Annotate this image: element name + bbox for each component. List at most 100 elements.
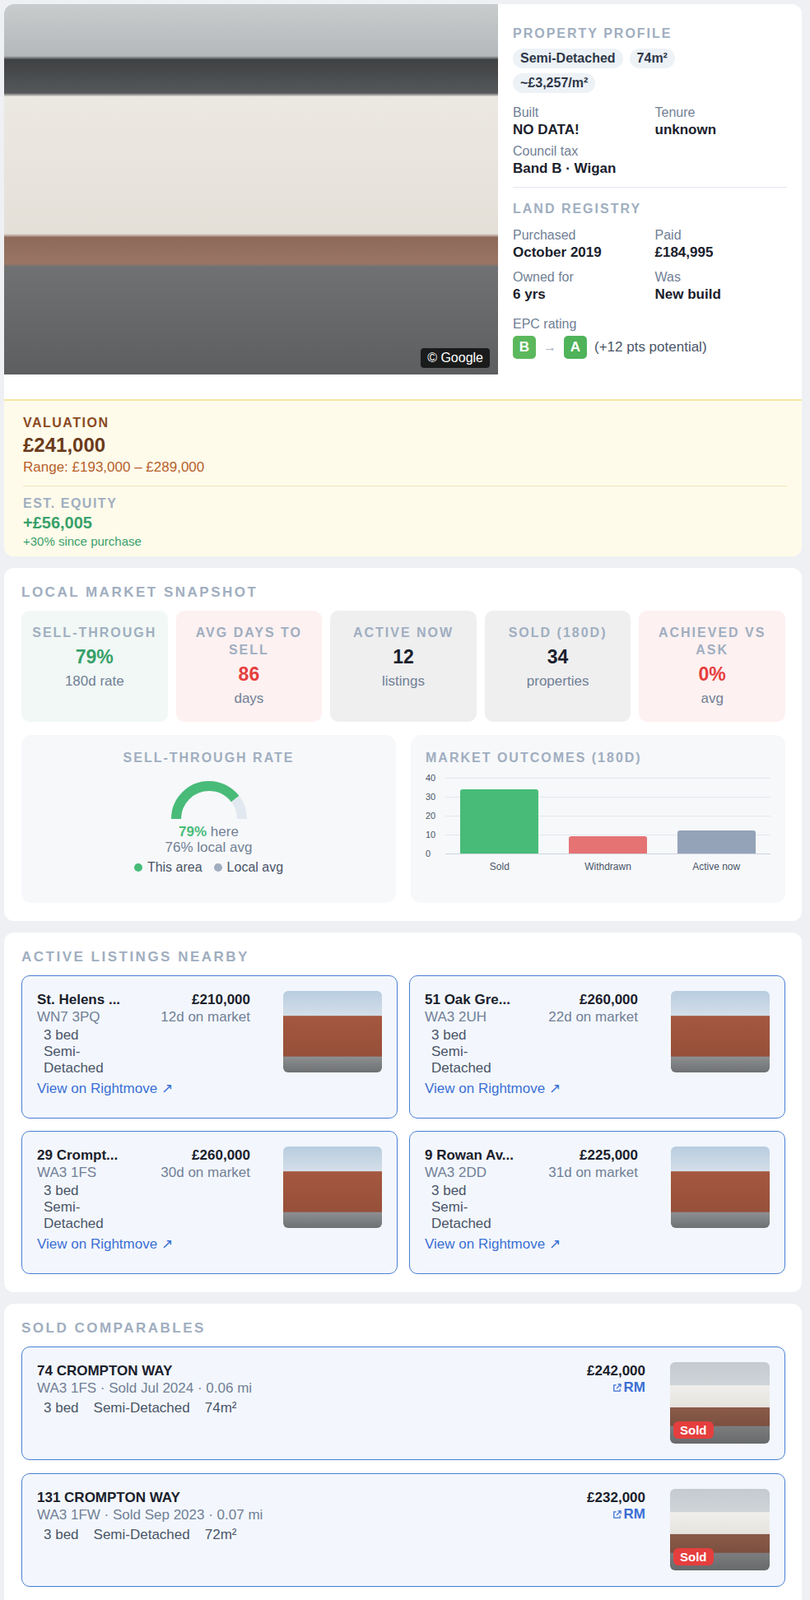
equity-note: +30% since purchase [23,534,787,549]
rightmove-link[interactable]: View on Rightmove ↗ [37,1080,173,1098]
market-card: LOCAL MARKET SNAPSHOT SELL-THROUGH 79% 1… [4,567,802,922]
y-tick: 30 [425,791,446,802]
chip-list: Semi-Detached74m²~£3,257/m² [512,48,727,94]
listing-type: Semi-Detached [431,1199,506,1233]
sold-comparable[interactable]: 131 CROMPTON WAY WA3 1FW · Sold Sep 2023… [21,1473,786,1588]
epc-rating: EPC rating B → A (+12 pts potential) [512,316,787,359]
gauge-chart [167,777,251,824]
fact: Was New build [655,269,788,303]
stat-list: SELL-THROUGH 79% 180d rateAVG DAYS TO SE… [21,610,786,722]
sold-photo: Sold [670,1362,770,1444]
listing-card[interactable]: 29 Crompt... £260,000 WA3 1FS 30d on mar… [21,1131,398,1275]
land-registry-title: LAND REGISTRY [512,200,787,218]
divider [512,186,787,188]
stat-card: ACTIVE NOW 12 listings [330,610,477,722]
bar-chart: 403020100 SoldWithdrawnActive now [425,777,771,873]
bar [677,830,756,854]
listing-price: £260,000 [191,1146,251,1164]
listing-card[interactable]: St. Helens ... £210,000 WN7 3PQ 12d on m… [21,975,398,1119]
gauge-track [176,786,243,820]
fact: Council tax Band B · Wigan [512,143,646,177]
valuation-label: VALUATION [23,415,787,431]
sold-area: 74m² [204,1400,238,1417]
rightmove-link[interactable]: View on Rightmove ↗ [424,1080,561,1098]
y-tick: 20 [425,810,446,821]
rightmove-link[interactable]: View on Rightmove ↗ [37,1235,173,1253]
gauge-legend: This areaLocal avg [134,860,284,876]
profile-facts: Built NO DATA! Tenure unknown Council tax … [512,104,787,177]
page: © Google PROPERTY PROFILE Semi-Detached7… [0,0,810,1600]
listing-type: Semi-Detached [43,1199,118,1233]
listings-title: ACTIVE LISTINGS NEARBY [21,949,786,966]
sold-list: 74 CROMPTON WAY WA3 1FS · Sold Jul 2024 … [21,1346,786,1588]
sold-photo: Sold [670,1489,770,1571]
valuation-value: £241,000 [23,433,787,457]
fact: Paid £184,995 [655,227,788,261]
stat-card: ACHIEVED VS ASK 0% avg [638,610,786,722]
listing-price: £210,000 [191,991,251,1009]
profile-title: PROPERTY PROFILE [512,25,787,42]
valuation-panel: VALUATION £241,000 Range: £193,000 – £28… [4,399,802,557]
valuation-range: Range: £193,000 – £289,000 [23,459,787,476]
sold-title: SOLD COMPARABLES [21,1320,786,1337]
y-tick: 10 [425,829,446,840]
listing-postcode: WN7 3PQ [37,1008,101,1026]
listing-card[interactable]: 9 Rowan Av... £225,000 WA3 2DD 31d on ma… [409,1131,786,1275]
gauge-reading: 79% here [178,823,239,840]
listing-postcode: WA3 2DD [424,1163,487,1182]
listing-type: Semi-Detached [43,1043,118,1077]
fact: Tenure unknown [655,104,788,139]
sold-price: £242,000 [586,1362,646,1380]
legend-dot [134,863,143,872]
outcomes-panel: MARKET OUTCOMES (180D) 403020100 SoldWit… [410,735,786,904]
listing-name: 29 Crompt... [37,1146,118,1164]
fact: Built NO DATA! [512,104,646,139]
sold-card: SOLD COMPARABLES 74 CROMPTON WAY WA3 1FS… [4,1303,802,1600]
legend-dot [214,863,223,872]
y-tick: 40 [425,772,446,783]
listing-photo [283,1146,382,1229]
sold-type: Semi-Detached [93,1526,191,1544]
listing-days: 31d on market [548,1163,638,1182]
listing-card[interactable]: 51 Oak Gre... £260,000 WA3 2UH 22d on ma… [409,975,786,1119]
gauge-panel: SELL-THROUGH RATE 79% here 76% local avg… [21,735,396,904]
listing-name: 51 Oak Gre... [424,991,511,1009]
rightmove-link[interactable]: View on Rightmove ↗ [424,1235,561,1253]
epc-current-badge: B [512,335,536,359]
sold-comparable[interactable]: 74 CROMPTON WAY WA3 1FS · Sold Jul 2024 … [21,1346,786,1461]
listing-photo [670,991,770,1073]
fact: Purchased October 2019 [512,227,646,261]
epc-note: (+12 pts potential) [594,339,708,356]
listing-beds: 3 bed [43,1027,251,1044]
listing-photo [670,1146,770,1229]
listing-beds: 3 bed [431,1182,638,1200]
listing-list: St. Helens ... £210,000 WN7 3PQ 12d on m… [21,975,786,1275]
gauge-local: 76% local avg [165,839,253,856]
sold-address: 74 CROMPTON WAY [37,1362,563,1380]
listing-photo [283,991,382,1073]
sold-badge: Sold [673,1421,714,1439]
property-photo: © Google [4,4,499,375]
listing-beds: 3 bed [431,1027,638,1044]
equity-value: +£56,005 [23,513,787,533]
listing-days: 22d on market [548,1008,638,1026]
y-axis: 403020100 [425,772,446,859]
market-title: LOCAL MARKET SNAPSHOT [21,584,786,601]
sold-beds: 3 bed [43,1526,80,1544]
bar-label: Withdrawn [553,861,663,873]
listing-days: 30d on market [160,1163,251,1182]
bar-label: Active now [661,861,771,873]
listing-price: £260,000 [579,991,638,1009]
listing-price: £225,000 [579,1146,638,1164]
sold-badge: Sold [673,1548,714,1566]
stat-card: SOLD (180D) 34 properties [484,610,632,722]
sold-area: 72m² [204,1526,238,1544]
fact: Owned for 6 yrs [512,269,646,303]
gauge-title: SELL-THROUGH RATE [123,749,295,767]
bar-label: Sold [445,861,554,873]
chip: 74m² [629,48,675,69]
rightmove-link[interactable]: RM [612,1506,646,1523]
listing-days: 12d on market [160,1008,251,1026]
listing-beds: 3 bed [43,1182,251,1200]
rightmove-link[interactable]: RM [612,1379,646,1397]
